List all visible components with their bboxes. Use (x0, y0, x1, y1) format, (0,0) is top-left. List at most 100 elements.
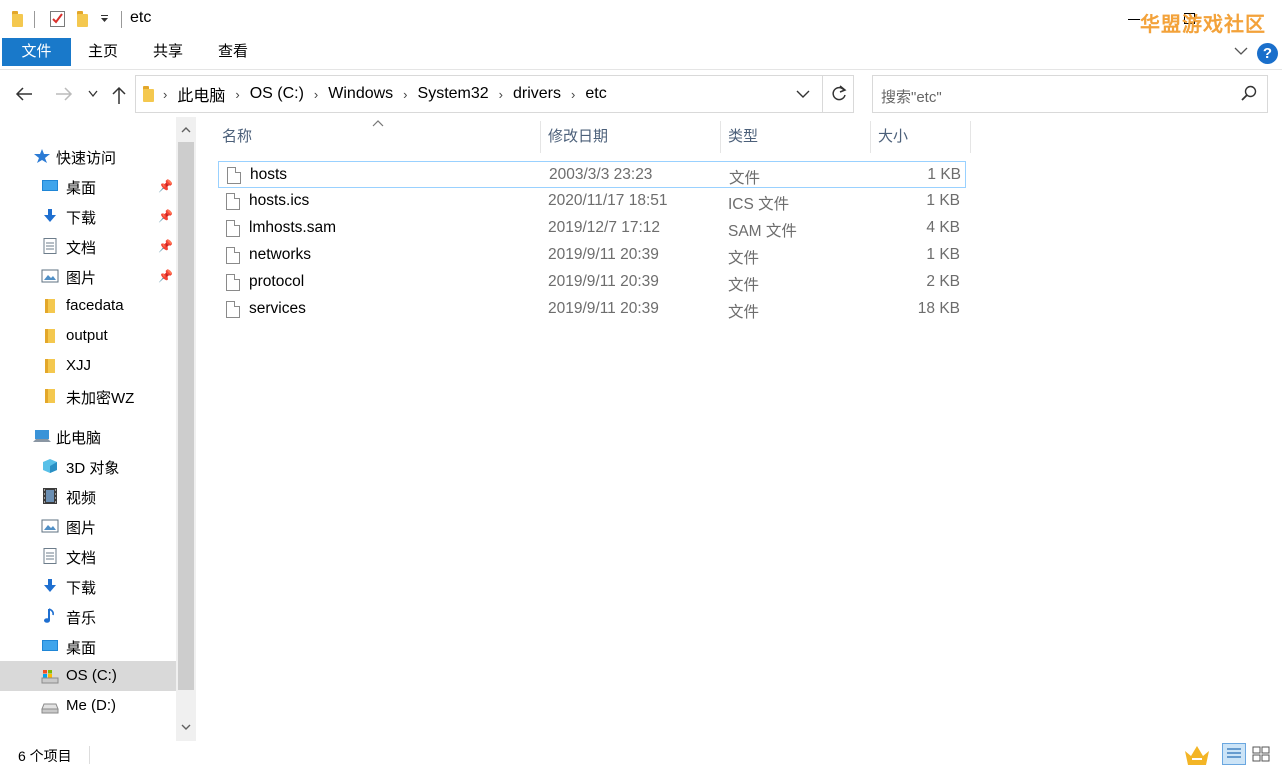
nav-scrollbar[interactable] (176, 117, 196, 741)
pin-icon[interactable]: 📌 (158, 209, 173, 223)
file-row-hosts[interactable]: hosts 2003/3/3 23:23 文件 1 KB (218, 161, 966, 188)
file-icon (226, 193, 240, 210)
file-row-networks[interactable]: networks 2019/9/11 20:39 文件 1 KB (218, 242, 966, 269)
file-row-lmhosts-sam[interactable]: lmhosts.sam 2019/12/7 17:12 SAM 文件 4 KB (218, 215, 966, 242)
nav-item-music[interactable]: 音乐 (0, 601, 176, 631)
recent-locations-chevron-icon[interactable] (88, 90, 98, 98)
pin-icon[interactable]: 📌 (158, 269, 173, 283)
column-divider[interactable] (970, 121, 971, 153)
chevron-right-icon[interactable]: › (496, 87, 506, 102)
download-icon (44, 209, 56, 222)
customize-toolbar-icon[interactable] (100, 14, 110, 24)
folder-icon (45, 359, 55, 373)
nav-item-os-c[interactable]: OS (C:) (0, 661, 176, 691)
file-type: ICS 文件 (728, 196, 790, 213)
column-header-size[interactable]: 大小 (870, 121, 970, 153)
folder-icon (143, 86, 154, 102)
chevron-right-icon[interactable]: › (160, 87, 170, 102)
large-icons-view-icon (1252, 746, 1270, 762)
file-type: SAM 文件 (728, 223, 797, 240)
tab-share[interactable]: 共享 (143, 38, 193, 66)
scrollbar-thumb[interactable] (178, 142, 194, 690)
nav-this-pc[interactable]: 此电脑 (0, 421, 176, 451)
nav-item-desktop[interactable]: 桌面 📌 (0, 171, 176, 201)
pin-icon[interactable]: 📌 (158, 179, 173, 193)
nav-item-pictures[interactable]: 图片 📌 (0, 261, 176, 291)
file-row-services[interactable]: services 2019/9/11 20:39 文件 18 KB (218, 296, 966, 323)
nav-item-downloads-pc[interactable]: 下载 (0, 571, 176, 601)
chevron-right-icon[interactable]: › (568, 87, 578, 102)
breadcrumb-drivers[interactable]: drivers (506, 85, 568, 103)
nav-item-pictures-pc[interactable]: 图片 (0, 511, 176, 541)
address-bar[interactable]: › 此电脑 › OS (C:) › Windows › System32 › d… (135, 75, 854, 113)
properties-icon[interactable] (49, 10, 67, 28)
nav-item-xjj[interactable]: XJJ (0, 351, 176, 381)
star-icon (34, 149, 50, 163)
details-view-button[interactable] (1222, 743, 1246, 765)
breadcrumb-etc[interactable]: etc (578, 85, 613, 103)
nav-item-documents-pc[interactable]: 文档 (0, 541, 176, 571)
picture-icon (41, 269, 59, 283)
vip-badge-icon (1185, 746, 1209, 765)
tab-view[interactable]: 查看 (208, 38, 258, 66)
file-icon (226, 220, 240, 237)
file-name: lmhosts.sam (249, 219, 336, 236)
file-row-hosts-ics[interactable]: hosts.ics 2020/11/17 18:51 ICS 文件 1 KB (218, 188, 966, 215)
chevron-down-icon[interactable] (796, 89, 810, 99)
nav-item-facedata[interactable]: facedata (0, 291, 176, 321)
nav-label: 下载 (66, 210, 97, 227)
breadcrumb-os-c[interactable]: OS (C:) (243, 85, 311, 103)
file-size: 1 KB (926, 246, 960, 263)
tab-file[interactable]: 文件 (2, 38, 71, 66)
nav-label: 3D 对象 (66, 460, 120, 477)
chevron-right-icon[interactable]: › (400, 87, 410, 102)
scroll-down-icon[interactable] (176, 718, 196, 738)
chevron-right-icon[interactable]: › (311, 87, 321, 102)
chevron-right-icon[interactable]: › (232, 87, 242, 102)
file-name: protocol (249, 273, 305, 290)
column-header-type[interactable]: 类型 (720, 121, 870, 153)
file-size: 1 KB (926, 192, 960, 209)
help-icon[interactable]: ? (1257, 43, 1278, 64)
file-date: 2019/9/11 20:39 (548, 300, 659, 317)
nav-item-documents[interactable]: 文档 📌 (0, 231, 176, 261)
nav-item-output[interactable]: output (0, 321, 176, 351)
nav-label: 下载 (66, 580, 97, 597)
pin-icon[interactable]: 📌 (158, 239, 173, 253)
nav-item-3d-objects[interactable]: 3D 对象 (0, 451, 176, 481)
toolbar-separator (121, 11, 122, 28)
search-box[interactable]: 搜索"etc" (872, 75, 1268, 113)
download-icon (44, 579, 56, 592)
column-header-date[interactable]: 修改日期 (540, 121, 720, 153)
column-header-name[interactable]: 名称 (214, 121, 540, 153)
navigation-pane: 快速访问 桌面 📌 下载 📌 文档 📌 图片 📌 facedata output… (0, 117, 196, 741)
forward-arrow-icon[interactable] (54, 85, 74, 103)
new-folder-icon[interactable] (77, 11, 88, 27)
nav-item-wz[interactable]: 未加密WZ (0, 381, 176, 411)
back-arrow-icon[interactable] (14, 85, 34, 103)
minimize-button[interactable] (1128, 19, 1140, 20)
file-type: 文件 (729, 170, 761, 187)
desktop-icon (42, 640, 58, 651)
breadcrumb-this-pc[interactable]: 此电脑 (170, 82, 232, 106)
scroll-up-icon[interactable] (176, 121, 196, 141)
breadcrumb-windows[interactable]: Windows (321, 85, 400, 103)
file-date: 2020/11/17 18:51 (548, 192, 668, 209)
search-icon[interactable] (1241, 85, 1257, 101)
status-bar: 6 个项目 (0, 741, 1282, 770)
nav-quick-access[interactable]: 快速访问 (0, 141, 176, 171)
nav-label: 桌面 (66, 180, 97, 197)
chevron-down-icon[interactable] (1234, 46, 1248, 56)
up-arrow-icon[interactable] (110, 85, 128, 105)
nav-item-desktop-pc[interactable]: 桌面 (0, 631, 176, 661)
nav-item-downloads[interactable]: 下载 📌 (0, 201, 176, 231)
search-input[interactable]: 搜索"etc" (881, 86, 942, 107)
refresh-button[interactable] (822, 76, 854, 112)
nav-label: 未加密WZ (66, 390, 135, 407)
nav-item-videos[interactable]: 视频 (0, 481, 176, 511)
tab-home[interactable]: 主页 (78, 38, 128, 66)
large-icons-view-button[interactable] (1250, 743, 1272, 765)
nav-item-me-d[interactable]: Me (D:) (0, 691, 176, 721)
breadcrumb-system32[interactable]: System32 (411, 85, 496, 103)
file-row-protocol[interactable]: protocol 2019/9/11 20:39 文件 2 KB (218, 269, 966, 296)
